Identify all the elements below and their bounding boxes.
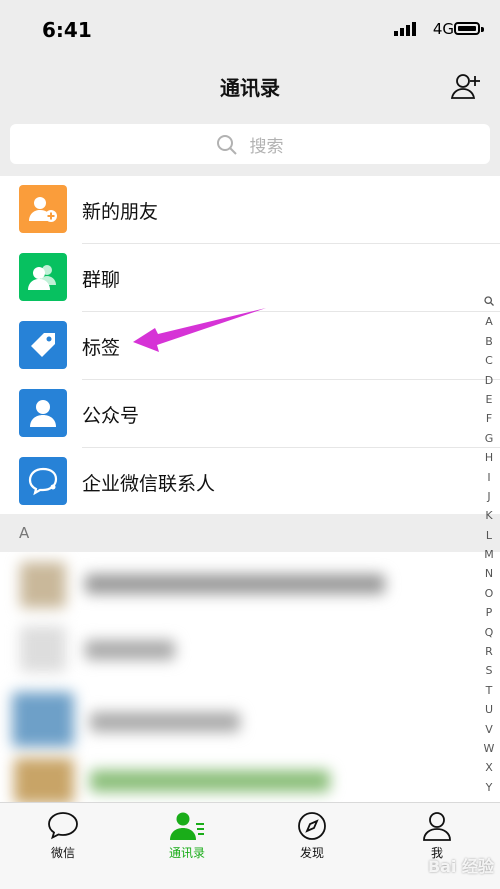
index-letter[interactable]: P [478,603,500,622]
tab-label: 通讯录 [168,846,205,860]
tab-bar: 微信 通讯录 发现 我 [0,802,500,889]
index-letter[interactable]: H [478,448,500,467]
tab-contacts[interactable]: 通讯录 [137,811,237,861]
alphabet-index[interactable]: A B C D E F G H I J K L M N O P Q R S T … [478,293,500,836]
index-letter[interactable]: A [478,312,500,331]
menu-item-work-contacts[interactable]: 企业微信联系人 [0,448,500,516]
new-friend-icon [19,185,67,233]
menu-item-label: 标签 [82,337,121,359]
me-icon [423,812,451,841]
watermark: Bai 经验 [427,857,494,876]
function-list: 新的朋友 群聊 标签 公众号 企业微信联系人 [0,176,500,516]
blurred-contact [20,562,66,608]
status-time: 6:41 [42,18,92,42]
index-letter[interactable]: R [478,642,500,661]
battery-icon [454,22,484,35]
index-letter[interactable]: C [478,351,500,370]
menu-item-tags[interactable]: 标签 [0,312,500,380]
menu-item-label: 群聊 [82,269,121,291]
index-letter[interactable]: U [478,700,500,719]
index-letter[interactable]: I [478,468,500,487]
status-bar: 6:41 4G [0,0,500,58]
index-letter[interactable]: T [478,681,500,700]
tab-label: 微信 [50,846,75,860]
menu-item-label: 企业微信联系人 [82,473,216,495]
contacts-icon [170,812,204,840]
index-search-icon[interactable] [478,293,500,312]
signal-icon [394,22,416,36]
index-letter[interactable]: J [478,487,500,506]
index-letter[interactable]: F [478,409,500,428]
network-type: 4G [432,20,454,38]
menu-item-label: 公众号 [82,405,140,427]
index-letter[interactable]: Q [478,623,500,642]
tab-label: 发现 [299,846,324,860]
tag-icon [19,321,67,369]
add-contact-icon[interactable] [450,70,482,102]
work-contacts-icon [19,457,67,505]
search-icon [217,134,238,155]
index-letter[interactable]: L [478,526,500,545]
index-letter[interactable]: B [478,332,500,351]
compass-icon [298,812,326,840]
index-letter[interactable]: X [478,758,500,777]
section-letter: A [19,524,30,542]
tab-discover[interactable]: 发现 [262,811,362,861]
menu-item-new-friends[interactable]: 新的朋友 [0,176,500,244]
chat-bubble-icon [48,812,78,840]
blurred-contact-list [0,552,500,804]
menu-item-group-chats[interactable]: 群聊 [0,244,500,312]
index-letter[interactable]: S [478,661,500,680]
menu-item-official-accounts[interactable]: 公众号 [0,380,500,448]
index-letter[interactable]: M [478,545,500,564]
index-letter[interactable]: V [478,720,500,739]
group-chat-icon [19,253,67,301]
index-letter[interactable]: D [478,371,500,390]
nav-bar: 通讯录 [0,58,500,114]
index-letter[interactable]: Y [478,778,500,797]
menu-item-label: 新的朋友 [82,201,159,223]
official-account-icon [19,389,67,437]
tab-chats[interactable]: 微信 [13,811,113,861]
index-letter[interactable]: W [478,739,500,758]
page-title: 通讯录 [220,76,280,100]
search-bar[interactable]: 搜索 [10,124,490,164]
index-letter[interactable]: O [478,584,500,603]
section-header: A [0,514,500,552]
index-letter[interactable]: N [478,564,500,583]
search-placeholder: 搜索 [249,137,284,157]
index-letter[interactable]: K [478,506,500,525]
index-letter[interactable]: E [478,390,500,409]
index-letter[interactable]: G [478,429,500,448]
